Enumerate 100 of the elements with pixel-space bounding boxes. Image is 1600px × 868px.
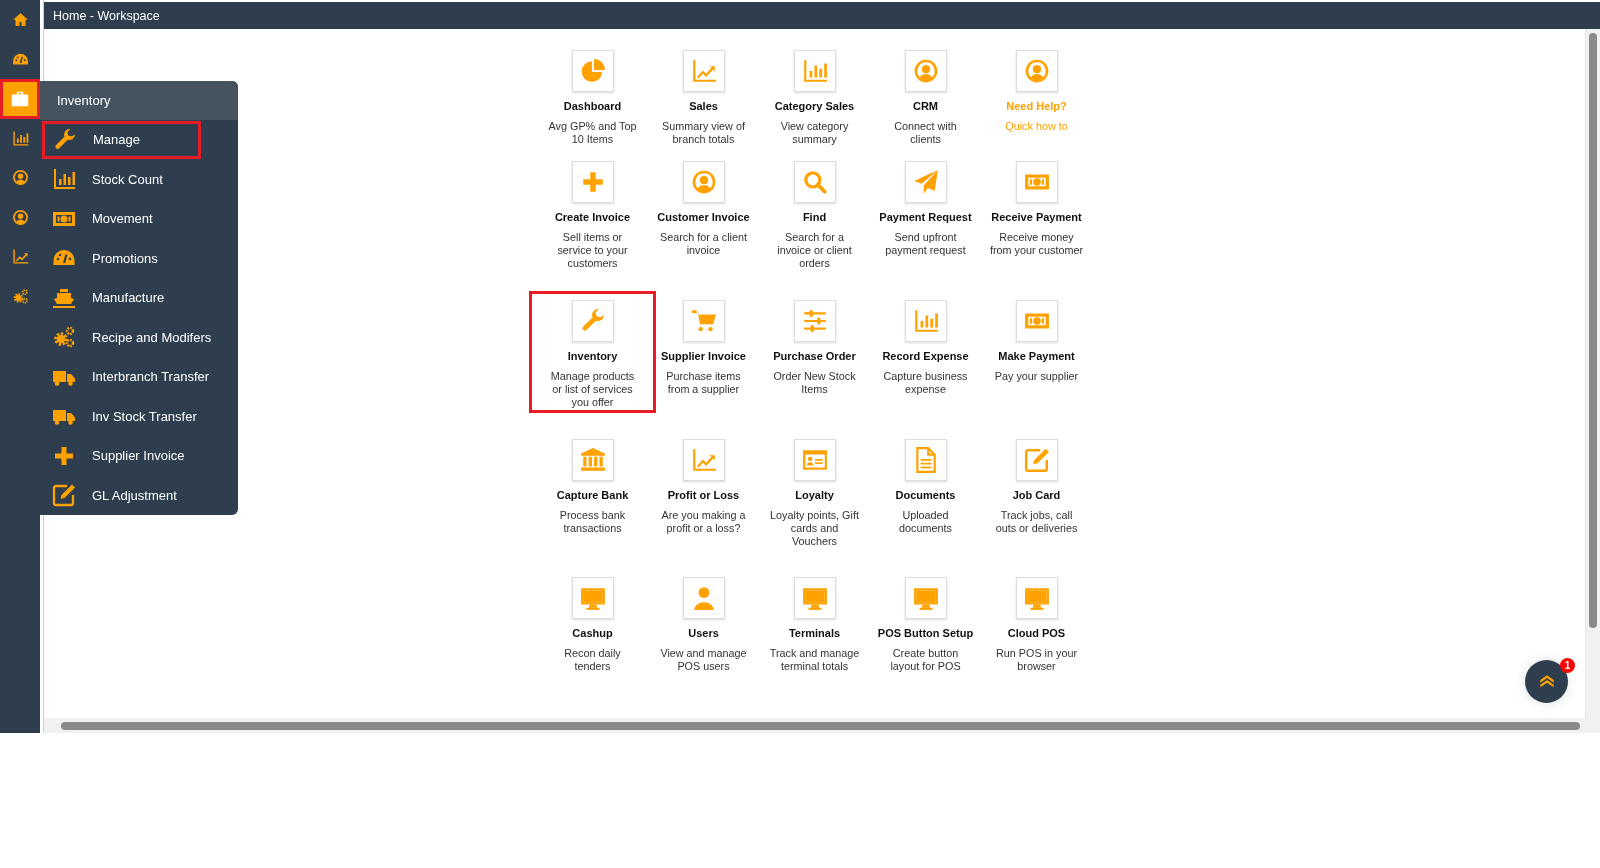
- menu-item[interactable]: Manufacture: [40, 278, 238, 318]
- bar-chart-icon: [801, 58, 828, 84]
- tile-description: Track and manage terminal totals: [768, 647, 861, 673]
- tile-description: Are you making a profit or a loss?: [660, 509, 747, 535]
- menu-item[interactable]: Promotions: [40, 238, 238, 278]
- tile-title[interactable]: Purchase Order: [773, 350, 856, 362]
- tile-icon-button[interactable]: [904, 300, 947, 342]
- horizontal-scrollbar[interactable]: [44, 718, 1600, 733]
- menu-item[interactable]: Recipe and Modifers: [40, 317, 238, 357]
- chat-button[interactable]: [1525, 660, 1568, 703]
- paper-plane-icon: [912, 169, 939, 195]
- bar-chart-icon: [912, 308, 939, 334]
- tile-description: Process bank transactions: [558, 509, 627, 535]
- line-chart-icon: [690, 447, 717, 473]
- menu-item[interactable]: GL Adjustment: [40, 475, 238, 515]
- tile-title[interactable]: Payment Request: [879, 211, 972, 223]
- monitor-icon: [579, 585, 606, 611]
- tile-description: Purchase items from a supplier: [665, 370, 742, 396]
- breadcrumb: Home - Workspace: [53, 8, 160, 23]
- tile-icon-button[interactable]: [682, 577, 725, 619]
- tile-icon-button[interactable]: [682, 50, 725, 92]
- tile-icon-button[interactable]: [793, 439, 836, 481]
- tile-description: Loyalty points, Gift cards and Vouchers: [769, 509, 860, 548]
- tile-description: Summary view of branch totals: [661, 120, 746, 146]
- id-card-icon: [801, 447, 828, 473]
- tile-title[interactable]: Supplier Invoice: [661, 350, 746, 362]
- line-chart-icon: [11, 248, 29, 266]
- tile-icon-button[interactable]: [1015, 300, 1058, 342]
- tile-title[interactable]: Documents: [895, 489, 956, 501]
- monitor-icon: [912, 585, 939, 611]
- menu-item[interactable]: Supplier Invoice: [40, 436, 238, 476]
- tile-title[interactable]: Cashup: [572, 627, 613, 639]
- tile-icon-button[interactable]: [793, 577, 836, 619]
- tile-icon-button[interactable]: [1015, 439, 1058, 481]
- vertical-scrollbar[interactable]: [1585, 29, 1600, 718]
- tile-icon-button[interactable]: [904, 161, 947, 203]
- tile-title[interactable]: Receive Payment: [991, 211, 1082, 223]
- tile-description: Sell items or service to your customers: [556, 231, 629, 270]
- bar-chart-icon: [52, 167, 76, 192]
- tile-icon-button[interactable]: [793, 300, 836, 342]
- tile-icon-button[interactable]: [904, 439, 947, 481]
- tile-description: Uploaded documents: [898, 509, 953, 535]
- search-icon: [801, 169, 828, 195]
- tile-title[interactable]: Create Invoice: [554, 211, 631, 223]
- chevrons-up-icon: [1538, 673, 1555, 690]
- tile-icon-button[interactable]: [571, 439, 614, 481]
- notification-badge: 1: [1560, 658, 1575, 673]
- tile-description: Search for a client invoice: [659, 231, 748, 257]
- tile-icon-button[interactable]: [571, 300, 614, 342]
- tile-title[interactable]: Category Sales: [774, 100, 855, 112]
- tile-icon-button[interactable]: [793, 161, 836, 203]
- menu-item[interactable]: Stock Count: [40, 159, 238, 199]
- tile-title[interactable]: Terminals: [788, 627, 841, 639]
- tile-icon-button[interactable]: [571, 50, 614, 92]
- tile-title[interactable]: CRM: [912, 100, 939, 112]
- gears-icon: [52, 325, 76, 350]
- menu-item[interactable]: Manage: [41, 120, 202, 160]
- tile-title[interactable]: POS Button Setup: [877, 627, 974, 639]
- tile-description: Manage products or list of services you offer: [549, 370, 636, 409]
- tile-title[interactable]: Make Payment: [998, 350, 1075, 362]
- tile-icon-button[interactable]: [682, 300, 725, 342]
- tile-title[interactable]: Job Card: [1012, 489, 1061, 501]
- tile-description: Search for a invoice or client orders: [776, 231, 853, 270]
- cart-icon: [690, 308, 717, 334]
- tile-title[interactable]: Sales: [689, 100, 718, 112]
- tile-icon-button[interactable]: [904, 577, 947, 619]
- menu-item[interactable]: Movement: [40, 199, 238, 239]
- tile-title[interactable]: Inventory: [567, 350, 618, 362]
- tile-icon-button[interactable]: [682, 161, 725, 203]
- tile-title[interactable]: Cloud POS: [1007, 627, 1066, 639]
- tile-icon-button[interactable]: [1015, 577, 1058, 619]
- edit-icon: [1023, 447, 1050, 473]
- sidebar-button[interactable]: [0, 79, 40, 119]
- tile-title[interactable]: Find: [802, 211, 827, 223]
- tile-description: Order New Stock Items: [772, 370, 857, 396]
- tile-icon-button[interactable]: [1015, 161, 1058, 203]
- tile-title[interactable]: Profit or Loss: [667, 489, 740, 501]
- tile-description: Recon daily tenders: [563, 647, 622, 673]
- menu-item[interactable]: Interbranch Transfer: [40, 357, 238, 397]
- tile-icon-button[interactable]: [571, 161, 614, 203]
- tile-icon-button[interactable]: [682, 439, 725, 481]
- tile-title[interactable]: Capture Bank: [556, 489, 629, 501]
- tile-icon-button[interactable]: [1015, 50, 1058, 92]
- tile-description: Quick how to: [1005, 120, 1068, 133]
- tile-icon-button[interactable]: [904, 50, 947, 92]
- tile-title[interactable]: Customer Invoice: [657, 211, 750, 223]
- line-chart-icon: [690, 58, 717, 84]
- wrench-icon: [53, 127, 77, 152]
- tile-title[interactable]: Users: [688, 627, 719, 639]
- tile-description: View and manage POS users: [659, 647, 748, 673]
- tile-description: Connect with clients: [893, 120, 958, 146]
- tile-title[interactable]: Record Expense: [882, 350, 969, 362]
- menu-item[interactable]: Inv Stock Transfer: [40, 396, 238, 436]
- bank-icon: [579, 447, 606, 473]
- sliders-icon: [801, 308, 828, 334]
- tile-icon-button[interactable]: [793, 50, 836, 92]
- tile-title[interactable]: Dashboard: [563, 100, 622, 112]
- tile-title[interactable]: Loyalty: [795, 489, 834, 501]
- tile-description: Pay your supplier: [994, 370, 1079, 383]
- tile-icon-button[interactable]: [571, 577, 614, 619]
